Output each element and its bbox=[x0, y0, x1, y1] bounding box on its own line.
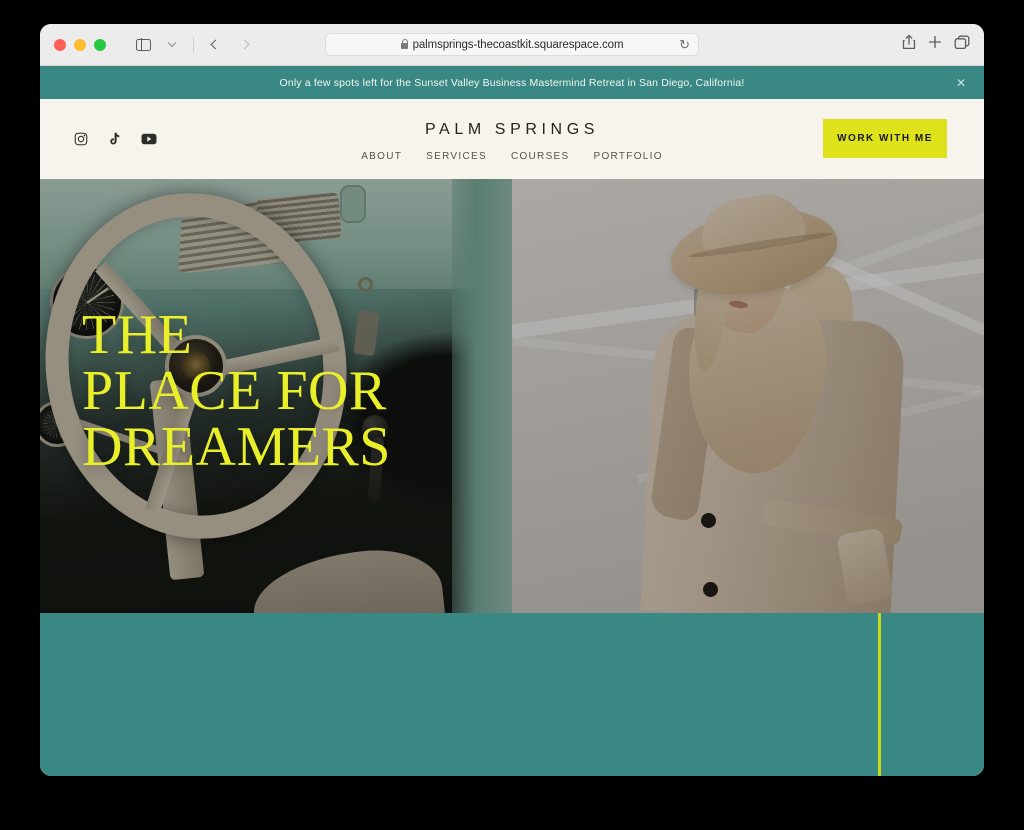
tabs-icon bbox=[954, 35, 970, 49]
new-tab-button[interactable] bbox=[928, 35, 942, 54]
nav-item-portfolio[interactable]: PORTFOLIO bbox=[594, 151, 663, 162]
hero-section: THE PLACE FOR DREAMERS bbox=[40, 179, 984, 613]
share-icon bbox=[902, 34, 916, 50]
tiktok-icon bbox=[110, 132, 120, 145]
image-overlay bbox=[512, 179, 984, 613]
reload-button[interactable]: ↻ bbox=[679, 38, 690, 51]
lock-icon bbox=[400, 38, 409, 49]
site-header: PALM SPRINGS ABOUT SERVICES COURSES PORT… bbox=[40, 99, 984, 179]
chevron-down-icon bbox=[167, 38, 177, 47]
announcement-text: Only a few spots left for the Sunset Val… bbox=[279, 76, 745, 89]
brand-block: PALM SPRINGS ABOUT SERVICES COURSES PORT… bbox=[361, 117, 663, 162]
address-bar-content: palmsprings-thecoastkit.squarespace.com bbox=[400, 38, 624, 51]
browser-toolbar: palmsprings-thecoastkit.squarespace.com … bbox=[40, 24, 984, 66]
zoom-window-button[interactable] bbox=[94, 38, 106, 51]
toolbar-right-group bbox=[902, 34, 970, 55]
site-title[interactable]: PALM SPRINGS bbox=[361, 121, 663, 139]
instagram-icon bbox=[74, 132, 88, 146]
toolbar-left-group bbox=[130, 33, 257, 57]
announcement-close-button[interactable]: ✕ bbox=[956, 77, 966, 89]
browser-window: palmsprings-thecoastkit.squarespace.com … bbox=[40, 24, 984, 776]
accent-vertical-line bbox=[878, 613, 881, 776]
social-links bbox=[74, 132, 157, 146]
youtube-icon bbox=[141, 133, 157, 145]
woman-portrait-illustration bbox=[512, 179, 984, 613]
main-navigation: ABOUT SERVICES COURSES PORTFOLIO bbox=[361, 151, 663, 162]
nav-item-courses[interactable]: COURSES bbox=[511, 151, 570, 162]
sidebar-dropdown-button[interactable] bbox=[159, 33, 185, 57]
close-window-button[interactable] bbox=[54, 38, 66, 51]
address-bar[interactable]: palmsprings-thecoastkit.squarespace.com … bbox=[325, 33, 699, 56]
hero-image-right bbox=[512, 179, 984, 613]
instagram-link[interactable] bbox=[74, 132, 88, 146]
sidebar-toggle-button[interactable] bbox=[130, 33, 156, 57]
page-viewport: Only a few spots left for the Sunset Val… bbox=[40, 66, 984, 776]
minimize-window-button[interactable] bbox=[74, 38, 86, 51]
window-controls bbox=[54, 38, 106, 51]
work-with-me-button[interactable]: WORK WITH ME bbox=[823, 119, 947, 158]
back-arrow-icon bbox=[210, 39, 220, 50]
sidebar-icon bbox=[135, 38, 151, 51]
hero-headline: THE PLACE FOR DREAMERS bbox=[82, 304, 391, 478]
url-text: palmsprings-thecoastkit.squarespace.com bbox=[412, 38, 624, 51]
forward-arrow-icon bbox=[239, 39, 249, 50]
nav-item-services[interactable]: SERVICES bbox=[426, 151, 487, 162]
work-with-me-label: WORK WITH ME bbox=[837, 133, 933, 144]
footer-teal-band bbox=[40, 613, 984, 776]
tiktok-link[interactable] bbox=[108, 132, 121, 146]
back-button[interactable] bbox=[202, 33, 228, 57]
tab-overview-button[interactable] bbox=[954, 35, 970, 55]
plus-icon bbox=[928, 35, 942, 49]
youtube-link[interactable] bbox=[141, 133, 157, 145]
nav-item-about[interactable]: ABOUT bbox=[361, 151, 402, 162]
toolbar-divider bbox=[193, 36, 194, 53]
announcement-bar: Only a few spots left for the Sunset Val… bbox=[40, 66, 984, 99]
hero-image-left: THE PLACE FOR DREAMERS bbox=[40, 179, 512, 613]
forward-button[interactable] bbox=[231, 33, 257, 57]
screen: palmsprings-thecoastkit.squarespace.com … bbox=[0, 0, 1024, 830]
share-button[interactable] bbox=[902, 34, 916, 55]
